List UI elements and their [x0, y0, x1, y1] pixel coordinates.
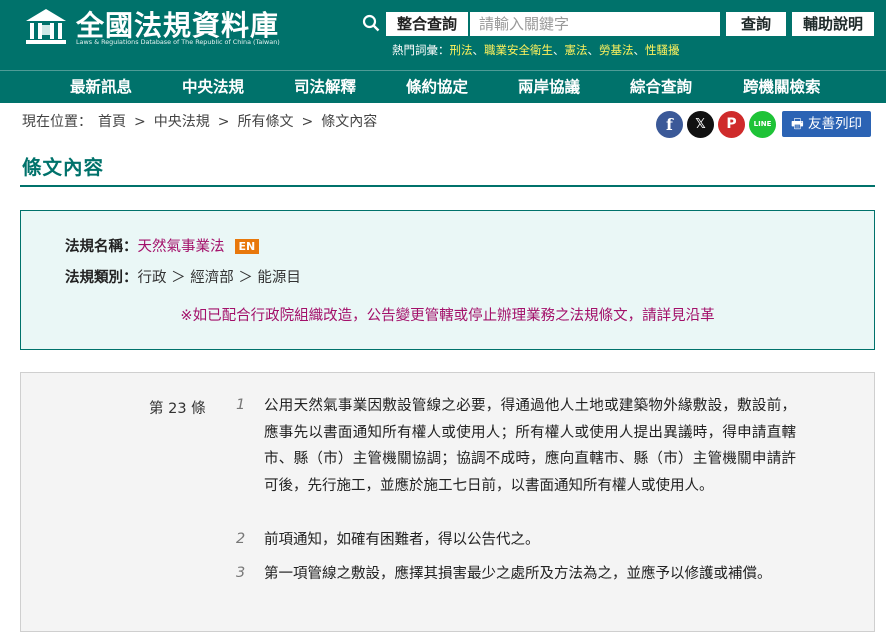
breadcrumb-prefix: 現在位置： — [22, 114, 92, 130]
law-name-label: 法規名稱： — [65, 239, 138, 255]
print-button-label: 友善列印 — [808, 116, 863, 132]
law-category-label: 法規類別： — [65, 270, 138, 286]
title-divider — [20, 185, 875, 187]
breadcrumb-home[interactable]: 首頁 — [98, 114, 126, 130]
law-name-row: 法規名稱：天然氣事業法 EN — [65, 235, 260, 256]
breadcrumb: 現在位置： 首頁 > 中央法規 > 所有條文 > 條文內容 — [22, 111, 383, 131]
search-scope-label[interactable]: 整合查詢 — [386, 12, 468, 36]
nav-item-cross-agency-search[interactable]: 跨機關檢索 — [743, 71, 821, 104]
english-version-badge[interactable]: EN — [234, 239, 260, 254]
main-nav: 最新訊息 中央法規 司法解釋 條約協定 兩岸協議 綜合查詢 跨機關檢索 — [0, 70, 886, 103]
hot-keyword-link[interactable]: 刑法 — [450, 43, 473, 57]
article-panel: 第 23 條 1 公用天然氣事業因敷設管線之必要，得通過他人土地或建築物外緣敷設… — [20, 372, 875, 632]
paragraph-text: 公用天然氣事業因敷設管線之必要，得通過他人土地或建築物外緣敷設，敷設前，應事先以… — [264, 398, 796, 494]
printer-icon: 🖶 — [790, 116, 804, 132]
x-share-icon[interactable]: 𝕏 — [687, 111, 714, 138]
site-subtitle: Laws & Regulations Database of The Repub… — [76, 38, 280, 46]
law-category-row: 法規類別：行政 ＞ 經濟部 ＞ 能源目 — [65, 266, 301, 287]
paragraph-text: 前項通知，如確有困難者，得以公告代之。 — [264, 532, 540, 548]
paragraph-number: 3 — [236, 565, 246, 581]
search-button[interactable]: 查詢 — [726, 12, 786, 36]
breadcrumb-current: 條文內容 — [321, 114, 378, 130]
building-logo-icon[interactable] — [22, 5, 70, 49]
nav-item-judicial-interpretations[interactable]: 司法解釋 — [294, 71, 356, 104]
help-button[interactable]: 輔助說明 — [792, 12, 874, 36]
paragraph-number: 1 — [236, 397, 246, 413]
search-icon — [362, 14, 380, 32]
nav-item-integrated-search[interactable]: 綜合查詢 — [630, 71, 692, 104]
article-number: 第 23 條 — [149, 401, 206, 417]
reorganization-notice[interactable]: ※如已配合行政院組織改造，公告變更管轄或停止辦理業務之法規條文，請詳見沿革 — [21, 304, 874, 325]
facebook-share-icon[interactable]: f — [656, 111, 683, 138]
plurk-share-icon[interactable]: P — [718, 111, 745, 138]
nav-item-latest-news[interactable]: 最新訊息 — [70, 71, 132, 104]
nav-item-cross-strait[interactable]: 兩岸協議 — [518, 71, 580, 104]
law-name-link[interactable]: 天然氣事業法 — [138, 239, 225, 255]
breadcrumb-all-articles[interactable]: 所有條文 — [237, 114, 293, 130]
breadcrumb-separator: > — [301, 114, 314, 130]
paragraph-text: 第一項管線之敷設，應擇其損害最少之處所及方法為之，並應予以修護或補償。 — [264, 566, 772, 582]
hot-keyword-link[interactable]: 性騷擾 — [645, 43, 680, 57]
law-info-panel: 法規名稱：天然氣事業法 EN 法規類別：行政 ＞ 經濟部 ＞ 能源目 ※如已配合行… — [20, 210, 875, 350]
breadcrumb-central-regulations[interactable]: 中央法規 — [154, 114, 210, 130]
site-header: 全國法規資料庫 Laws & Regulations Database of T… — [0, 0, 886, 70]
page-title: 條文內容 — [22, 156, 105, 179]
nav-item-treaties[interactable]: 條約協定 — [406, 71, 468, 104]
hot-keywords-label: 熱門詞彙： — [392, 43, 450, 57]
law-category-value: 行政 ＞ 經濟部 ＞ 能源目 — [137, 270, 301, 286]
breadcrumb-separator: > — [217, 114, 230, 130]
hot-keyword-link[interactable]: 職業安全衛生 — [484, 43, 553, 57]
paragraph-number: 2 — [236, 531, 246, 547]
print-button[interactable]: 🖶 友善列印 — [782, 111, 871, 137]
search-input[interactable] — [470, 12, 720, 36]
hot-keywords: 熱門詞彙：刑法、職業安全衛生、憲法、勞基法、性騷擾 — [392, 43, 680, 57]
breadcrumb-separator: > — [134, 114, 146, 130]
hot-keyword-link[interactable]: 憲法 — [565, 43, 588, 57]
hot-keyword-link[interactable]: 勞基法 — [599, 43, 634, 57]
nav-item-central-regulations[interactable]: 中央法規 — [182, 71, 244, 104]
line-share-icon[interactable]: LINE — [749, 111, 776, 138]
